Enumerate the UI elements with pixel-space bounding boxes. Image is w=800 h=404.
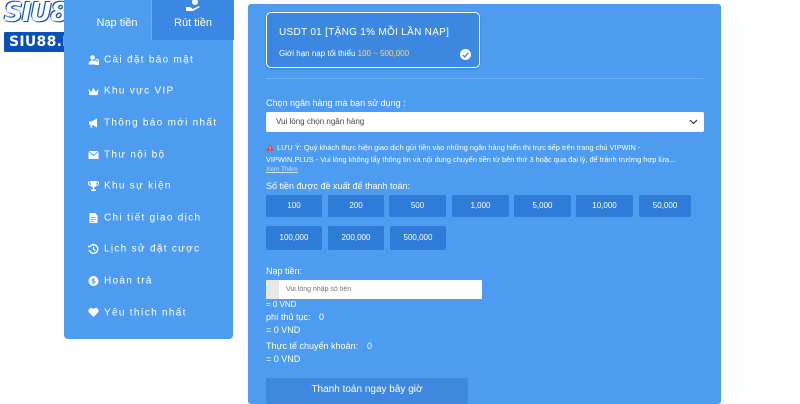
- sidebar-item-label: Lịch sử đặt cược: [104, 243, 201, 255]
- actual-transfer-converted: = 0 VND: [266, 354, 301, 364]
- payment-method-limit: Giới hạn nạp tối thiểu 100 ~ 500,000: [279, 49, 409, 58]
- payment-method-card[interactable]: USDT 01 [TẶNG 1% MỖI LẦN NẠP] Giới hạn n…: [266, 12, 480, 68]
- sidebar-item-rebate[interactable]: $ Hoàn trả: [64, 265, 233, 297]
- tab-deposit-label: Nạp tiền: [96, 17, 138, 29]
- crown-icon: [88, 86, 99, 97]
- sidebar-tabs: Nạp tiền Rút tiền: [64, 0, 234, 40]
- deposit-panel: USDT 01 [TẶNG 1% MỖI LẦN NẠP] Giới hạn n…: [248, 4, 721, 404]
- check-icon: [460, 49, 471, 60]
- tab-withdraw[interactable]: Rút tiền: [151, 0, 234, 40]
- sidebar-item-label: Thư nội bộ: [104, 149, 166, 161]
- heart-icon: [88, 307, 99, 318]
- sidebar-item-label: Khu sự kiện: [104, 180, 172, 192]
- fee-label: phí thủ tục:: [266, 312, 311, 322]
- amount-button[interactable]: 1,000: [452, 195, 509, 217]
- fee-value: 0: [319, 312, 325, 322]
- payment-method-title: USDT 01 [TẶNG 1% MỖI LẦN NẠP]: [279, 27, 450, 38]
- sidebar-item-transactions[interactable]: Chi tiết giao dịch: [64, 202, 233, 234]
- tab-deposit[interactable]: Nạp tiền: [64, 0, 150, 40]
- megaphone-icon: [88, 117, 99, 128]
- envelope-icon: [88, 149, 99, 160]
- document-icon: [88, 212, 99, 223]
- sidebar-item-label: Hoàn trả: [104, 275, 153, 287]
- sidebar-item-label: Thông báo mới nhất: [104, 117, 218, 129]
- sidebar-item-inbox[interactable]: Thư nội bộ: [64, 139, 233, 171]
- notice-line-1: LƯU Ý: Quý khách thực hiện giao dịch gửi…: [266, 143, 640, 152]
- hand-money-icon: [186, 0, 200, 11]
- input-prefix: [266, 280, 279, 299]
- divider: [266, 78, 703, 79]
- actual-transfer-label: Thực tế chuyển khoản:: [266, 341, 359, 351]
- pay-now-button[interactable]: Thanh toán ngay bây giờ: [266, 378, 468, 404]
- sidebar-item-label: Khu vực VIP: [104, 85, 175, 97]
- amount-button[interactable]: 200: [328, 195, 384, 217]
- account-sidebar: Nạp tiền Rút tiền Cài đặt bảo mật Khu vự…: [64, 0, 234, 339]
- svg-text:$: $: [91, 277, 96, 285]
- see-more-link[interactable]: Xem Thêm: [266, 166, 298, 173]
- sidebar-item-vip[interactable]: Khu vực VIP: [64, 76, 233, 108]
- limit-range: 100 ~ 500,000: [357, 49, 410, 58]
- tab-withdraw-label: Rút tiền: [174, 17, 212, 29]
- trophy-icon: [88, 181, 99, 192]
- amount-button[interactable]: 100: [266, 195, 322, 217]
- actual-transfer-value: 0: [367, 341, 373, 351]
- coin-icon: $: [88, 275, 99, 286]
- limit-prefix: Giới hạn nạp tối thiểu: [279, 49, 356, 58]
- sidebar-menu: Cài đặt bảo mật Khu vực VIP Thông báo mớ…: [64, 44, 233, 328]
- amount-button[interactable]: 50,000: [639, 195, 691, 217]
- deposit-amount-input[interactable]: [282, 280, 481, 299]
- sidebar-item-notifications[interactable]: Thông báo mới nhất: [64, 107, 233, 139]
- fee-converted: = 0 VND: [266, 325, 301, 335]
- user-lock-icon: [88, 54, 99, 65]
- amount-button[interactable]: 500,000: [390, 226, 446, 250]
- sidebar-item-security[interactable]: Cài đặt bảo mật: [64, 44, 233, 76]
- amounts-label: Số tiền được đề xuất để thanh toán:: [266, 181, 411, 191]
- sidebar-item-label: Chi tiết giao dịch: [104, 212, 202, 224]
- amount-button[interactable]: 10,000: [576, 195, 633, 217]
- sidebar-item-label: Yêu thích nhất: [104, 307, 187, 319]
- deposit-converted: = 0 VND: [266, 300, 297, 309]
- amount-button[interactable]: 500: [389, 195, 446, 217]
- sidebar-item-bet-history[interactable]: Lịch sử đặt cược: [64, 234, 233, 266]
- deposit-amount-field[interactable]: [266, 280, 482, 299]
- history-icon: [88, 244, 99, 255]
- warning-icon: [266, 144, 274, 151]
- amount-button[interactable]: 200,000: [328, 226, 384, 250]
- bank-select[interactable]: Vui lòng chọn ngân hàng: [266, 112, 704, 132]
- chevron-down-icon: [689, 119, 698, 125]
- sidebar-item-events[interactable]: Khu sự kiện: [64, 170, 233, 202]
- sidebar-item-favorites[interactable]: Yêu thích nhất: [64, 297, 233, 329]
- sidebar-item-label: Cài đặt bảo mật: [104, 54, 195, 66]
- bank-select-value: Vui lòng chọn ngân hàng: [276, 117, 365, 126]
- bank-label: Chọn ngân hàng mà bạn sử dụng :: [266, 98, 406, 108]
- amount-button[interactable]: 100,000: [266, 226, 322, 250]
- deposit-label: Nạp tiền:: [266, 266, 303, 276]
- amount-button[interactable]: 5,000: [514, 195, 571, 217]
- notice-line-2: VIPWIN.PLUS - Vui lòng không lấy thông t…: [266, 155, 676, 164]
- notice-text-1: LƯU Ý: Quý khách thực hiện giao dịch gửi…: [277, 143, 641, 152]
